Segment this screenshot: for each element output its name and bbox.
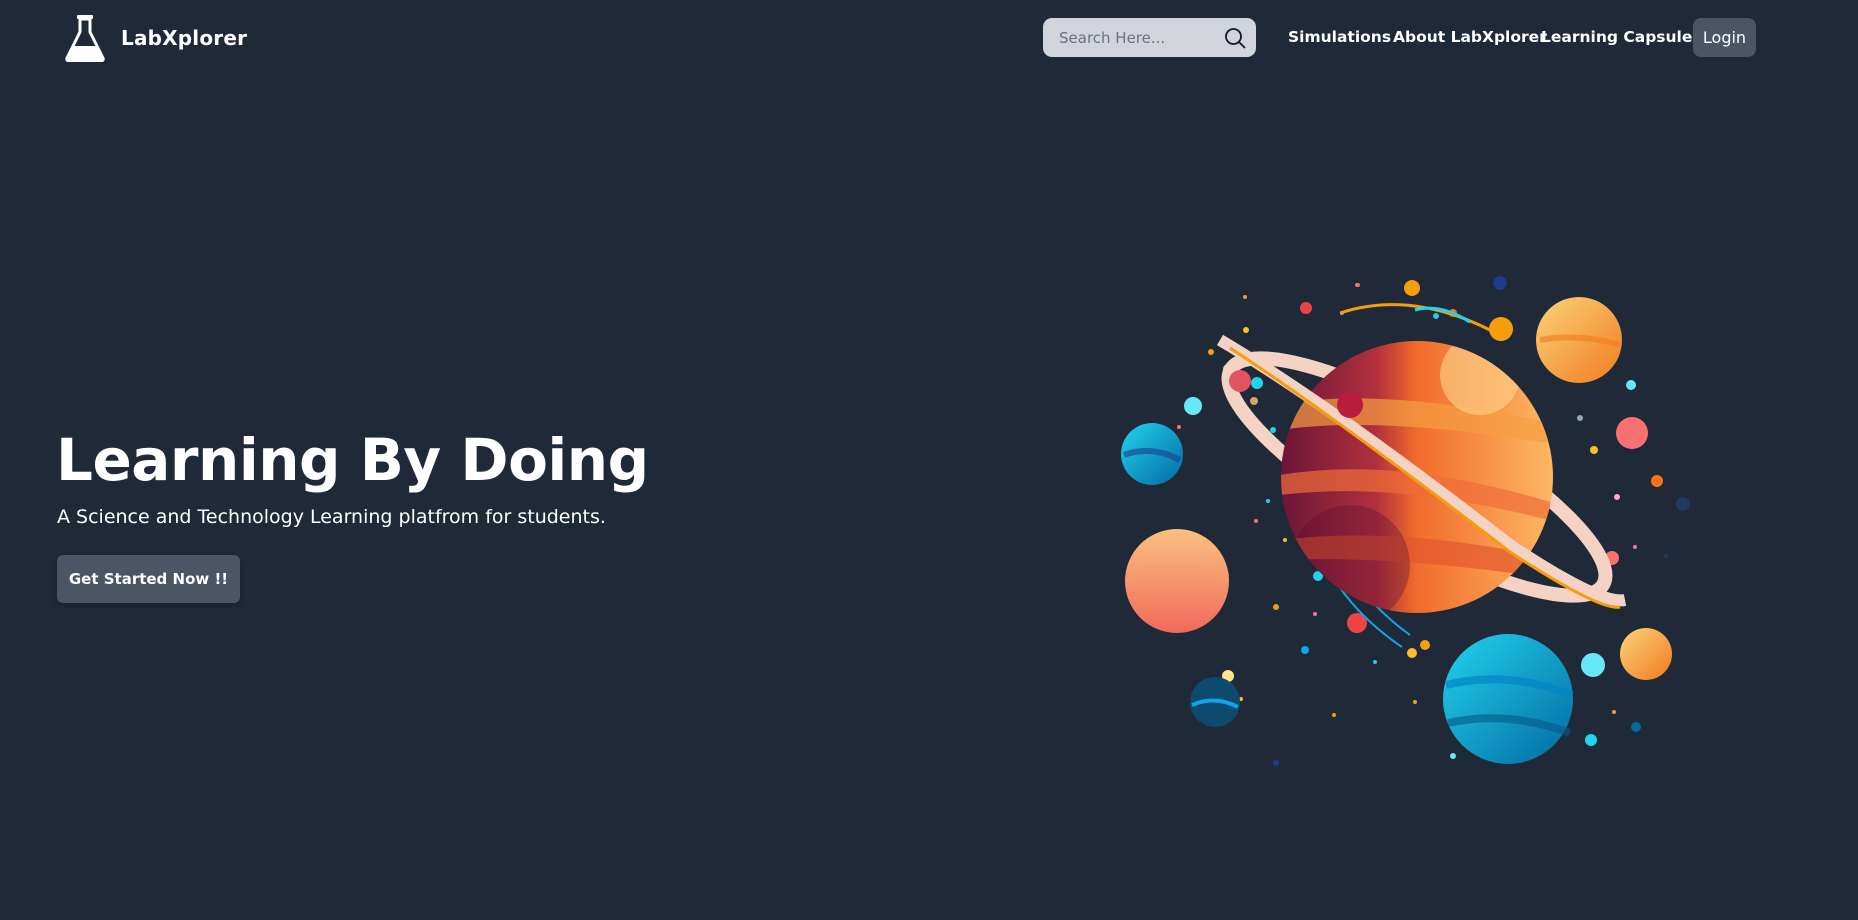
nav-link-learning-capsules[interactable]: Learning Capsules xyxy=(1541,28,1702,46)
nav-link-about[interactable]: About LabXplorer xyxy=(1393,28,1547,46)
blue-planet xyxy=(1443,634,1573,764)
search-input[interactable] xyxy=(1043,18,1223,57)
search-box xyxy=(1043,18,1256,57)
top-navbar: LabXplorer Simulations About LabXplorer … xyxy=(0,0,1858,78)
planets-space-illustration xyxy=(1121,276,1690,766)
brand-name: LabXplorer xyxy=(121,26,248,50)
peach-planet xyxy=(1125,529,1229,633)
flask-icon xyxy=(65,15,105,62)
search-icon[interactable] xyxy=(1224,27,1246,49)
login-button[interactable]: Login xyxy=(1693,18,1756,57)
hero-title: Learning By Doing xyxy=(56,426,649,494)
page: LabXplorer Simulations About LabXplorer … xyxy=(0,0,1858,920)
get-started-button[interactable]: Get Started Now !! xyxy=(57,555,240,603)
small-orange-planet xyxy=(1620,628,1672,680)
nav-link-simulations[interactable]: Simulations xyxy=(1288,28,1391,46)
hero-subtitle: A Science and Technology Learning platfr… xyxy=(57,506,606,528)
brand[interactable]: LabXplorer xyxy=(63,14,247,62)
